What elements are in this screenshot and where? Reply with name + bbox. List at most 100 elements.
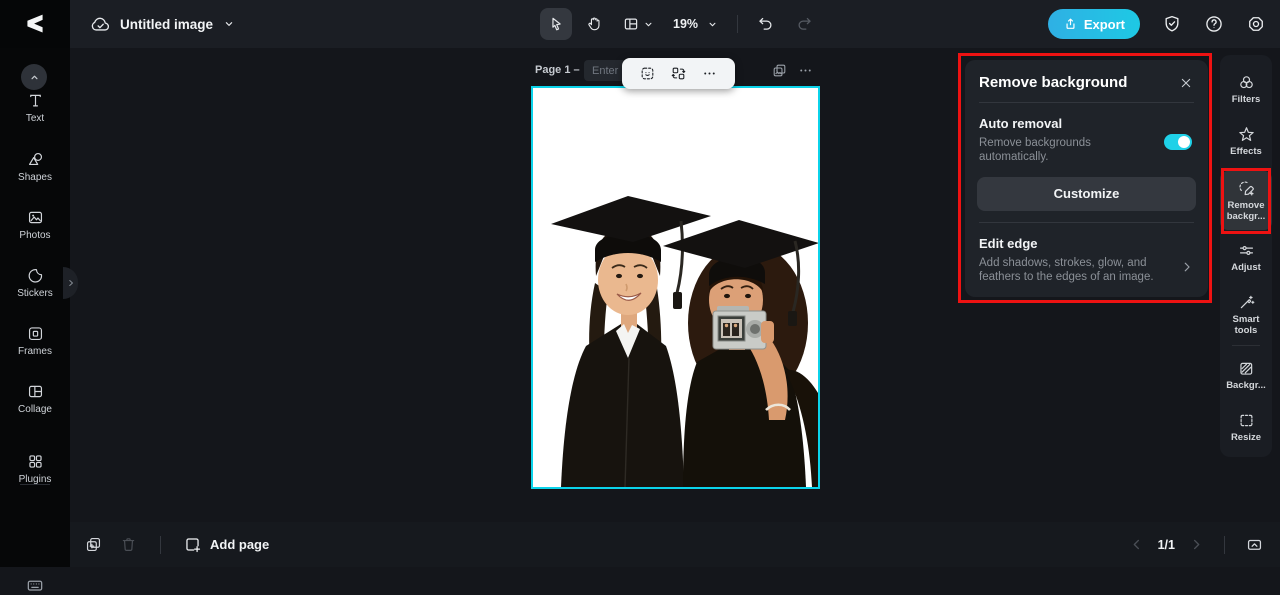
right-sidebar-item-label: Filters [1231, 94, 1261, 105]
layout-icon [624, 18, 638, 30]
next-page-icon[interactable] [1189, 537, 1204, 552]
sidebar-item-shapes[interactable]: Shapes [0, 150, 70, 183]
chevron-right-icon [1184, 262, 1190, 272]
sidebar-item-label: Plugins [18, 474, 52, 485]
undo-button[interactable] [750, 8, 782, 40]
sidebar-item-label: Photos [19, 230, 51, 241]
sidebar-item-label: Frames [18, 346, 52, 357]
right-sidebar-item-filters[interactable]: Filters [1220, 73, 1272, 106]
duplicate-page-icon[interactable] [771, 62, 788, 79]
sidebar-item-stickers[interactable]: Stickers [0, 266, 70, 299]
right-sidebar-item-adjust[interactable]: Adjust [1220, 241, 1272, 274]
settings-gear-icon[interactable] [1246, 14, 1266, 34]
bottombar-divider [160, 535, 161, 554]
undo-icon [759, 17, 772, 30]
chevron-right-icon [68, 280, 73, 286]
sidebar-item-plugins[interactable]: Plugins [0, 452, 70, 485]
sidebar-item-label: Text [25, 113, 45, 124]
top-bar: Untitled image 19% Export [0, 0, 1280, 48]
background-icon [1239, 362, 1252, 375]
right-sidebar-item-background[interactable]: Backgr... [1220, 359, 1272, 392]
help-icon[interactable] [1204, 14, 1224, 34]
chevron-down-icon [645, 22, 652, 26]
frames-icon [28, 327, 42, 341]
document-title-group[interactable]: Untitled image [90, 0, 236, 48]
smart-tools-wand-icon [1240, 295, 1254, 309]
sidebar-item-label: Collage [18, 404, 52, 415]
right-sidebar-item-remove-background[interactable]: Remove backgr... [1220, 171, 1272, 230]
edit-edge-description: Add shadows, strokes, glow, and feathers… [979, 256, 1154, 284]
keyboard-icon [27, 580, 43, 591]
bottom-bar: Add page 1/1 [70, 522, 1280, 567]
page-indicator: 1/1 [1157, 537, 1175, 552]
right-sidebar-item-label: Resize [1230, 432, 1262, 443]
edit-edge-row[interactable]: Edit edge Add shadows, strokes, glow, an… [977, 236, 1196, 285]
keyboard-shortcuts-button[interactable] [25, 575, 45, 595]
shapes-icon [28, 152, 42, 166]
canvas-page[interactable] [531, 86, 820, 489]
filters-icon [1239, 76, 1253, 89]
select-tool-button[interactable] [540, 8, 572, 40]
auto-removal-description: Remove backgrounds automatically. [979, 137, 1091, 164]
customize-button[interactable]: Customize [977, 176, 1196, 211]
canvas-photo-graduates [533, 88, 818, 487]
hand-tool-button[interactable] [578, 8, 610, 40]
right-sidebar: Filters Effects Remove backgr... Adjust … [1220, 55, 1272, 457]
expand-panel-handle[interactable] [63, 267, 78, 299]
capcut-logo[interactable] [0, 0, 70, 48]
chevron-down-icon [709, 22, 716, 26]
cloud-saved-icon [91, 17, 110, 31]
topbar-right-group: Export [1047, 0, 1266, 48]
sidebar-item-frames[interactable]: Frames [0, 324, 70, 357]
cursor-icon [552, 17, 561, 31]
delete-page-icon[interactable] [119, 535, 138, 554]
privacy-shield-icon[interactable] [1162, 14, 1182, 34]
sidebar-item-collage[interactable]: Collage [0, 382, 70, 415]
photos-icon [28, 211, 42, 224]
resize-icon [1240, 414, 1252, 427]
export-upload-icon [1066, 18, 1075, 29]
replace-swap-icon[interactable] [670, 65, 687, 82]
right-sidebar-item-effects[interactable]: Effects [1220, 125, 1272, 158]
layout-tool-button[interactable] [616, 8, 661, 40]
zoom-level-dropdown[interactable]: 19% [667, 8, 725, 40]
select-subject-icon[interactable] [639, 65, 656, 82]
auto-removal-toggle[interactable] [1164, 134, 1192, 150]
right-sidebar-item-label: Remove backgr... [1226, 200, 1266, 222]
redo-button[interactable] [788, 8, 820, 40]
toggle-knob [1178, 136, 1190, 148]
sidebar-item-text[interactable]: Text [0, 91, 70, 124]
canvas-tools: 19% [540, 0, 820, 48]
chevron-up-icon [30, 75, 38, 79]
more-options-icon[interactable] [701, 65, 718, 82]
panel-title: Remove background [979, 74, 1128, 91]
right-sidebar-item-label: Effects [1230, 146, 1262, 157]
right-sidebar-item-smart-tools[interactable]: Smart tools [1220, 293, 1272, 337]
expand-pages-tray-icon[interactable] [1245, 535, 1264, 554]
hand-icon [588, 17, 600, 31]
collage-icon [28, 385, 42, 398]
selection-floating-toolbar [622, 58, 735, 89]
panel-divider [979, 102, 1194, 103]
scroll-up-button[interactable] [21, 64, 47, 90]
sidebar-item-label: Shapes [18, 172, 52, 183]
add-page-button[interactable]: Add page [183, 535, 269, 554]
edit-edge-title: Edit edge [979, 235, 1038, 251]
sidebar-item-photos[interactable]: Photos [0, 208, 70, 241]
right-sidebar-item-resize[interactable]: Resize [1220, 411, 1272, 444]
right-sidebar-item-label: Backgr... [1226, 380, 1266, 391]
chevron-down-icon [225, 22, 233, 26]
close-icon[interactable] [1178, 75, 1194, 91]
sidebar-item-label: Stickers [17, 288, 53, 299]
adjust-sliders-icon [1239, 246, 1253, 255]
auto-removal-title: Auto removal [979, 116, 1063, 131]
export-button[interactable]: Export [1047, 9, 1140, 39]
duplicate-page-icon[interactable] [84, 535, 103, 554]
plugins-icon [28, 455, 42, 468]
previous-page-icon[interactable] [1129, 537, 1144, 552]
right-sidebar-divider [1232, 345, 1260, 346]
sticker-icon [28, 269, 42, 283]
page-more-options-icon[interactable] [797, 62, 814, 79]
panel-divider [979, 221, 1194, 223]
text-icon [29, 94, 41, 107]
